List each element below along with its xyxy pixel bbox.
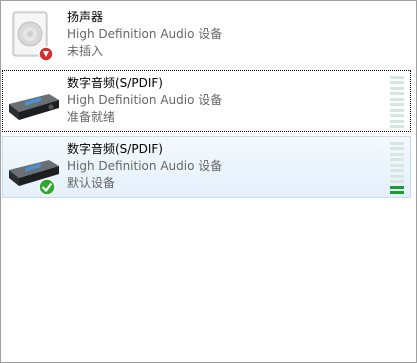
- digital-audio-receiver-icon: [9, 94, 59, 120]
- device-name: 数字音频(S/PDIF): [67, 142, 163, 156]
- meter-bar: [390, 108, 404, 112]
- meter-bar: [390, 124, 404, 128]
- meter-bar: [390, 114, 404, 118]
- device-name: 数字音频(S/PDIF): [67, 76, 163, 90]
- volume-meter: [390, 142, 404, 194]
- meter-bar: [390, 97, 404, 101]
- digital-audio-receiver-icon: [9, 160, 59, 196]
- meter-bar: [390, 152, 404, 156]
- playback-device-list[interactable]: 扬声器 High Definition Audio 设备 未插入 数字音频(S/…: [0, 0, 417, 363]
- meter-bar: [390, 119, 404, 123]
- speaker-icon: [12, 11, 54, 62]
- device-item-spdif-1[interactable]: 数字音频(S/PDIF) High Definition Audio 设备 准备…: [2, 70, 411, 132]
- device-driver: High Definition Audio 设备: [67, 93, 223, 107]
- device-status: 默认设备: [67, 176, 116, 190]
- device-driver: High Definition Audio 设备: [67, 27, 223, 41]
- meter-bar: [390, 142, 404, 145]
- device-item-spdif-default[interactable]: 数字音频(S/PDIF) High Definition Audio 设备 默认…: [2, 136, 411, 198]
- unplugged-badge-icon: [38, 46, 54, 62]
- meter-bar: [390, 174, 404, 178]
- default-device-check-icon: [38, 178, 56, 196]
- meter-bar: [390, 103, 404, 107]
- meter-bar: [390, 180, 404, 184]
- device-driver: High Definition Audio 设备: [67, 159, 223, 173]
- meter-bar: [390, 163, 404, 167]
- meter-bar: [390, 185, 404, 189]
- device-status: 未插入: [67, 44, 104, 58]
- device-name: 扬声器: [67, 10, 104, 24]
- meter-bar: [390, 81, 404, 85]
- device-status: 准备就绪: [67, 110, 116, 124]
- device-item-speaker[interactable]: 扬声器 High Definition Audio 设备 未插入: [2, 4, 411, 66]
- meter-bar: [390, 169, 404, 173]
- meter-bar: [390, 190, 404, 194]
- meter-bar: [390, 147, 404, 151]
- meter-bar: [390, 86, 404, 90]
- meter-bar: [390, 158, 404, 162]
- volume-meter: [390, 76, 404, 128]
- meter-bar: [390, 76, 404, 79]
- meter-bar: [390, 92, 404, 96]
